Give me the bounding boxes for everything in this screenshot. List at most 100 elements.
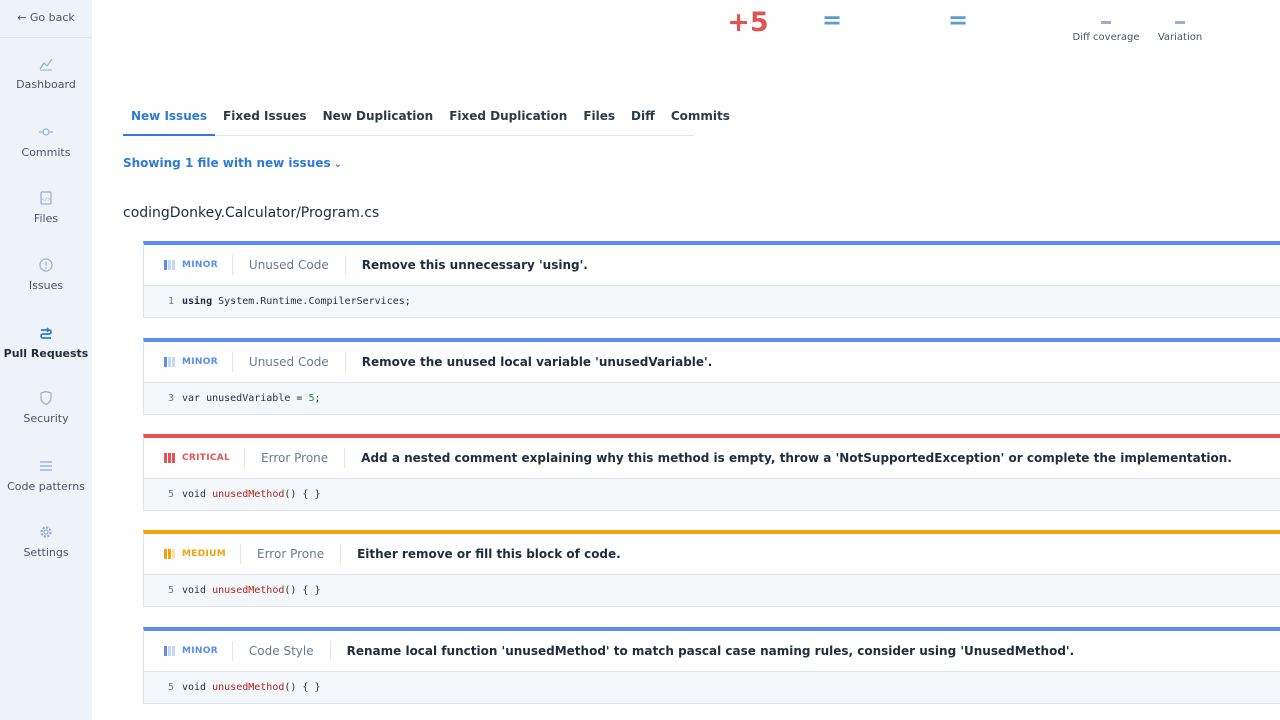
sidebar-item-files[interactable]: </> Files: [0, 190, 92, 225]
code-text: System.Runtime.CompilerServices;: [212, 296, 411, 307]
issue-message: Remove this unnecessary 'using'.: [361, 258, 588, 272]
line-number: 3: [167, 393, 174, 404]
issue-category: Error Prone: [241, 544, 342, 564]
severity-bars-icon: [164, 453, 175, 463]
metric-duplication-value: =: [821, 6, 843, 34]
code-snippet: 5 void unusedMethod() { }: [144, 671, 1280, 703]
tab-bar: New Issues Fixed Issues New Duplication …: [123, 102, 730, 136]
severity-label: MINOR: [182, 260, 218, 270]
severity-bars-icon: [164, 549, 175, 559]
issue-category: Unused Code: [233, 352, 346, 372]
tab-files[interactable]: Files: [575, 102, 623, 136]
severity-bars-icon: [164, 357, 175, 367]
severity-badge: MINOR: [164, 641, 233, 661]
tab-diff[interactable]: Diff: [623, 102, 663, 136]
issue-card[interactable]: MINOR Unused Code Remove this unnecessar…: [143, 241, 1280, 318]
metric-diff-coverage-label: Diff coverage: [1072, 32, 1140, 43]
issue-category: Code Style: [233, 641, 331, 661]
severity-badge: MEDIUM: [164, 544, 241, 564]
line-number: 5: [167, 682, 174, 693]
severity-label: CRITICAL: [182, 453, 231, 463]
showing-files-dropdown[interactable]: Showing 1 file with new issues ⌄: [123, 156, 342, 170]
line-number: 1: [167, 296, 174, 307]
tab-new-issues[interactable]: New Issues: [123, 102, 216, 136]
severity-badge: MINOR: [164, 352, 233, 372]
tab-commits[interactable]: Commits: [663, 102, 738, 136]
metric-diff-coverage: Diff coverage: [1066, 21, 1146, 43]
severity-label: MINOR: [182, 646, 218, 656]
code-keyword: using: [182, 296, 213, 307]
sidebar: ← Go back Dashboard Commits </> Files Is…: [0, 0, 92, 720]
sidebar-item-label: Dashboard: [16, 78, 76, 91]
chart-line-icon: [39, 58, 53, 71]
issue-message: Remove the unused local variable 'unused…: [361, 355, 713, 369]
tab-fixed-issues[interactable]: Fixed Issues: [215, 102, 315, 136]
severity-bars-icon: [164, 260, 175, 270]
metric-diff-coverage-value: [1101, 21, 1111, 24]
gear-icon: [40, 526, 52, 538]
sidebar-item-label: Commits: [21, 146, 71, 159]
line-number: 5: [167, 489, 174, 500]
code-snippet: 5 void unusedMethod() { }: [144, 574, 1280, 606]
metric-complexity: =: [938, 8, 978, 32]
code-text: void: [182, 682, 213, 693]
code-text: ;: [314, 393, 321, 404]
code-function: unusedMethod: [212, 585, 285, 596]
issue-message: Rename local function 'unusedMethod' to …: [346, 644, 1075, 658]
file-path: codingDonkey.Calculator/Program.cs: [123, 205, 380, 221]
severity-label: MINOR: [182, 357, 218, 367]
metric-duplication: =: [812, 8, 852, 32]
code-snippet: 3 var unusedVariable = 5;: [144, 382, 1280, 414]
code-text: var unusedVariable =: [182, 393, 309, 404]
issue-card[interactable]: MEDIUM Error Prone Either remove or fill…: [143, 530, 1280, 607]
metric-variation-value: [1175, 21, 1185, 24]
sidebar-item-security[interactable]: Security: [0, 390, 92, 425]
sidebar-item-code-patterns[interactable]: Code patterns: [0, 458, 92, 493]
tab-new-duplication[interactable]: New Duplication: [315, 102, 442, 136]
issue-header: MINOR Unused Code Remove the unused loca…: [144, 342, 1280, 382]
sidebar-item-label: Pull Requests: [3, 347, 89, 360]
code-text: () { }: [284, 489, 321, 500]
issue-category: Error Prone: [245, 448, 346, 468]
sidebar-item-dashboard[interactable]: Dashboard: [0, 56, 92, 91]
severity-label: MEDIUM: [182, 549, 226, 559]
severity-bars-icon: [164, 646, 175, 656]
code-snippet: 5 void unusedMethod() { }: [144, 478, 1280, 510]
issue-category: Unused Code: [233, 255, 346, 275]
issue-message: Either remove or fill this block of code…: [357, 547, 621, 561]
issue-header: MINOR Code Style Rename local function '…: [144, 631, 1280, 671]
sidebar-item-label: Settings: [23, 546, 69, 559]
issue-header: MEDIUM Error Prone Either remove or fill…: [144, 534, 1280, 574]
metric-variation: Variation: [1152, 21, 1208, 43]
metric-new-issues: +5: [718, 9, 778, 36]
code-text: () { }: [284, 585, 321, 596]
sidebar-item-label: Issues: [28, 279, 64, 292]
issue-card[interactable]: CRITICAL Error Prone Add a nested commen…: [143, 434, 1280, 511]
file-icon: </>: [40, 191, 52, 205]
metric-new-issues-value: +5: [727, 7, 769, 38]
sidebar-item-pull-requests[interactable]: Pull Requests: [0, 325, 92, 360]
severity-badge: MINOR: [164, 255, 233, 275]
issue-card[interactable]: MINOR Unused Code Remove the unused loca…: [143, 338, 1280, 415]
issue-header: CRITICAL Error Prone Add a nested commen…: [144, 438, 1280, 478]
sidebar-item-settings[interactable]: Settings: [0, 524, 92, 559]
list-icon: [40, 461, 52, 471]
line-number: 5: [167, 585, 174, 596]
commit-icon: [39, 128, 53, 136]
code-text: void: [182, 585, 213, 596]
issue-header: MINOR Unused Code Remove this unnecessar…: [144, 245, 1280, 285]
issue-card[interactable]: MINOR Code Style Rename local function '…: [143, 627, 1280, 704]
go-back-link[interactable]: ← Go back: [0, 0, 92, 38]
sidebar-item-label: Files: [33, 212, 59, 225]
tab-fixed-duplication[interactable]: Fixed Duplication: [441, 102, 575, 136]
severity-badge: CRITICAL: [164, 448, 246, 468]
sidebar-item-label: Code patterns: [7, 480, 85, 493]
pull-request-icon: [40, 327, 52, 339]
code-snippet: 1 using System.Runtime.CompilerServices;: [144, 285, 1280, 317]
code-text: void: [182, 489, 213, 500]
issue-message: Add a nested comment explaining why this…: [361, 451, 1232, 465]
metric-variation-label: Variation: [1157, 32, 1203, 43]
sidebar-item-issues[interactable]: Issues: [0, 257, 92, 292]
sidebar-item-label: Security: [23, 412, 69, 425]
sidebar-item-commits[interactable]: Commits: [0, 124, 92, 159]
